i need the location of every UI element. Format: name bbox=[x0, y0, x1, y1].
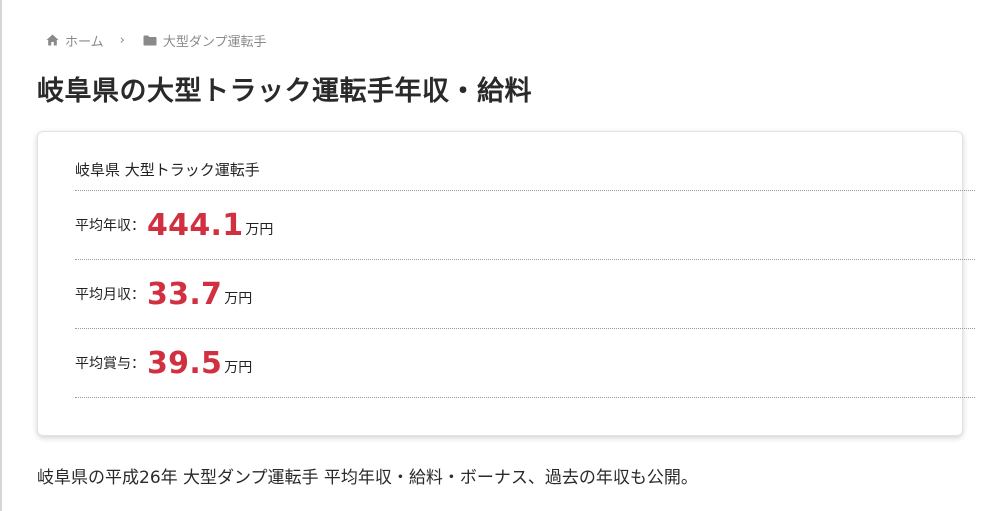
annual-salary-value: 444.1 bbox=[147, 207, 244, 243]
bonus-value: 39.5 bbox=[147, 345, 223, 381]
intro-paragraph: 岐阜県の平成26年 大型ダンプ運転手 平均年収・給料・ボーナス、過去の年収も公開… bbox=[37, 468, 698, 488]
monthly-salary-row: 平均月収： 33.7 万円 bbox=[75, 260, 975, 329]
salary-summary-card: 岐阜県 大型トラック運転手 平均年収： 444.1 万円 平均月収： 33.7 … bbox=[37, 131, 975, 436]
annual-salary-unit: 万円 bbox=[245, 222, 274, 238]
bonus-unit: 万円 bbox=[224, 360, 253, 376]
folder-icon bbox=[143, 35, 157, 46]
breadcrumb-category-label: 大型ダンプ運転手 bbox=[162, 34, 267, 50]
breadcrumb-home-label: ホーム bbox=[65, 34, 104, 50]
breadcrumb: ホーム › 大型ダンプ運転手 bbox=[46, 30, 266, 50]
annual-salary-row: 平均年収： 444.1 万円 bbox=[75, 191, 975, 260]
bonus-label: 平均賞与： bbox=[75, 356, 145, 372]
breadcrumb-category-link[interactable]: 大型ダンプ運転手 bbox=[143, 31, 267, 50]
page-left-border bbox=[0, 0, 2, 511]
monthly-salary-label: 平均月収： bbox=[75, 287, 145, 303]
annual-salary-label: 平均年収： bbox=[75, 218, 145, 234]
breadcrumb-home-link[interactable]: ホーム bbox=[46, 31, 104, 50]
monthly-salary-unit: 万円 bbox=[224, 291, 253, 307]
breadcrumb-separator: › bbox=[119, 32, 125, 48]
bonus-row: 平均賞与： 39.5 万円 bbox=[75, 329, 975, 398]
card-heading: 岐阜県 大型トラック運転手 bbox=[75, 149, 975, 191]
page-title: 岐阜県の大型トラック運転手年収・給料 bbox=[37, 76, 532, 107]
monthly-salary-value: 33.7 bbox=[147, 276, 223, 312]
home-icon bbox=[46, 34, 59, 46]
